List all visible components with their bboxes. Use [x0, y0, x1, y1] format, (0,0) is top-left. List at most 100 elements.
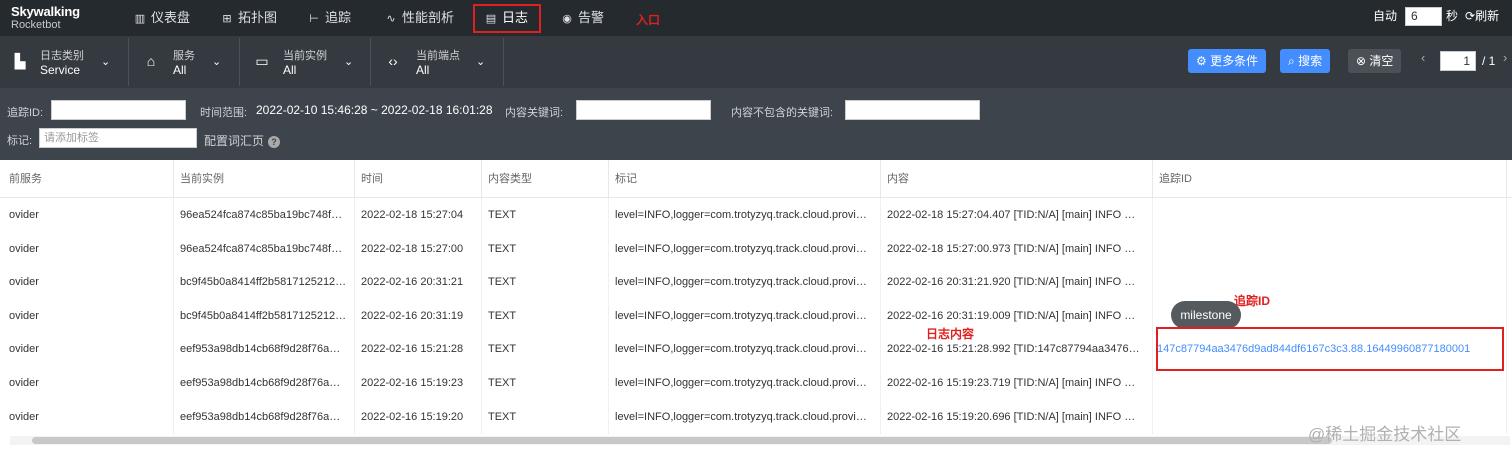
column-header-service[interactable]: 前服务: [0, 160, 174, 198]
logo-subtitle: Rocketbot: [11, 19, 61, 31]
clear-button[interactable]: ⊗ 清空: [1348, 49, 1402, 73]
cell-content-type: TEXT: [482, 231, 609, 266]
column-header-trace-id[interactable]: 追踪ID: [1153, 160, 1507, 198]
cell-time: 2022-02-16 15:19:20: [355, 399, 482, 434]
cell-tags: level=INFO,logger=com.trotyzyq.track.clo…: [609, 332, 881, 367]
nav-label: 告警: [578, 10, 605, 25]
cell-time: 2022-02-18 15:27:04: [355, 198, 482, 232]
cell-service: ovider: [0, 265, 174, 300]
filter-panel: 追踪ID: 时间范围: 2022-02-10 15:46:28 ~ 2022-0…: [0, 88, 1512, 160]
cell-service: ovider: [0, 198, 174, 232]
cell-instance: bc9f45b0a8414ff2b5817125212…: [174, 265, 355, 300]
exclude-keywords-input[interactable]: [845, 100, 980, 120]
cell-content-type: TEXT: [482, 298, 609, 333]
table-row[interactable]: ovider 96ea524fca874c85ba19bc748f… 2022-02…: [0, 198, 1512, 232]
refresh-button[interactable]: ⟳刷新: [1465, 0, 1499, 33]
nav-label: 仪表盘: [151, 10, 191, 25]
cell-content-type: TEXT: [482, 198, 609, 232]
nav-item-trace[interactable]: ⊢ 追踪: [307, 0, 351, 36]
cell-instance: bc9f45b0a8414ff2b5817125212…: [174, 298, 355, 333]
page-prev-icon[interactable]: ‹: [1421, 50, 1425, 65]
cell-time: 2022-02-16 15:21:28: [355, 332, 482, 367]
column-header-time[interactable]: 时间: [355, 160, 482, 198]
auto-refresh-label: 自动: [1373, 9, 1398, 23]
refresh-icon: ⟳: [1465, 9, 1476, 23]
nav-label: 拓扑图: [238, 10, 278, 25]
page-next-icon[interactable]: ›: [1503, 50, 1507, 65]
cell-content-type: TEXT: [482, 399, 609, 434]
table-row[interactable]: ovider eef953a98db14cb68f9d28f76a… 2022-02…: [0, 366, 1512, 400]
tags-label: 标记:: [7, 135, 33, 147]
watermark: @稀土掘金技术社区: [1308, 425, 1462, 444]
chevron-down-icon: ⌄: [212, 56, 222, 68]
page-total: / 1: [1482, 54, 1496, 68]
cell-content-type: TEXT: [482, 332, 609, 367]
cell-service: ovider: [0, 332, 174, 367]
selector-endpoint[interactable]: ‹› 当前端点 All ⌄: [371, 38, 504, 86]
table-header: 前服务 当前实例 时间 内容类型 标记 内容 追踪ID: [0, 160, 1512, 198]
clear-label: 清空: [1369, 54, 1394, 68]
cell-tags: level=INFO,logger=com.trotyzyq.track.clo…: [609, 265, 881, 300]
table-row[interactable]: ovider bc9f45b0a8414ff2b5817125212… 2022-0…: [0, 265, 1512, 300]
keywords-input[interactable]: [576, 100, 711, 120]
cell-instance: eef953a98db14cb68f9d28f76a…: [174, 332, 355, 367]
search-label: 搜索: [1298, 54, 1323, 68]
nav-item-profile[interactable]: ∿ 性能剖析: [384, 0, 454, 36]
cell-tags: level=INFO,logger=com.trotyzyq.track.clo…: [609, 231, 881, 266]
time-range-value[interactable]: 2022-02-10 15:46:28 ~ 2022-02-18 16:01:2…: [256, 103, 493, 117]
trace-id-label: 追踪ID:: [7, 107, 44, 119]
cell-content-type: TEXT: [482, 265, 609, 300]
selector-value: All: [283, 63, 297, 77]
nav-item-alarm[interactable]: ◉ 告警: [560, 0, 604, 36]
selector-instance[interactable]: ▭ 当前实例 All ⌄: [240, 38, 371, 86]
annotation-trace-id: 追踪ID: [1234, 294, 1271, 308]
column-header-tags[interactable]: 标记: [609, 160, 881, 198]
table-row[interactable]: ovider 96ea524fca874c85ba19bc748f… 2022-02…: [0, 231, 1512, 266]
selector-value: All: [416, 63, 430, 77]
top-nav: Skywalking Rocketbot ▥ 仪表盘 ⊞ 拓扑图 ⊢ 追踪 ∿ 性能剖析…: [0, 0, 1512, 36]
column-header-instance[interactable]: 当前实例: [174, 160, 355, 198]
nav-item-dashboard[interactable]: ▥ 仪表盘: [133, 0, 190, 36]
selector-value: All: [173, 63, 187, 77]
nav-label: 追踪: [325, 10, 352, 25]
column-header-content-type[interactable]: 内容类型: [482, 160, 609, 198]
logo[interactable]: Skywalking Rocketbot: [11, 5, 80, 32]
milestone-tooltip: milestone: [1171, 301, 1241, 329]
more-conditions-button[interactable]: ⚙ 更多条件: [1188, 49, 1267, 73]
log-highlight-box: [473, 4, 541, 33]
time-range-label: 时间范围:: [200, 107, 248, 119]
nav-item-topology[interactable]: ⊞ 拓扑图: [220, 0, 277, 36]
selector-title: 当前实例: [283, 50, 327, 62]
profile-icon: ∿: [386, 13, 396, 25]
page-number-input[interactable]: 1: [1440, 51, 1476, 71]
chevron-down-icon: ⌄: [101, 56, 111, 68]
service-icon: ⌂: [146, 53, 156, 69]
search-icon: ⌕: [1288, 54, 1295, 68]
config-vocab-label: 配置词汇页: [204, 134, 265, 148]
endpoint-icon: ‹›: [388, 53, 398, 69]
horizontal-scrollbar-thumb[interactable]: [32, 437, 1332, 444]
help-icon[interactable]: ?: [268, 136, 281, 148]
cell-service: ovider: [0, 231, 174, 266]
cell-content-type: TEXT: [482, 366, 609, 400]
chart-icon: ▙: [14, 53, 26, 69]
trace-id-input[interactable]: [51, 100, 186, 120]
search-button[interactable]: ⌕ 搜索: [1280, 49, 1331, 73]
table-row[interactable]: ovider eef953a98db14cb68f9d28f76a… 2022-02…: [0, 399, 1512, 434]
column-header-content[interactable]: 内容: [881, 160, 1153, 198]
cell-service: ovider: [0, 298, 174, 333]
chevron-down-icon: ⌄: [476, 56, 486, 68]
refresh-label: 刷新: [1475, 9, 1500, 23]
cell-tags: level=INFO,logger=com.trotyzyq.track.clo…: [609, 366, 881, 400]
instance-icon: ▭: [255, 53, 269, 69]
alarm-icon: ◉: [562, 13, 572, 25]
topology-icon: ⊞: [222, 13, 232, 25]
selector-service[interactable]: ⌂ 服务 All ⌄: [129, 38, 240, 86]
cell-trace-id: [1153, 265, 1507, 300]
selector-log-category[interactable]: ▙ 日志类别 Service ⌄: [0, 38, 129, 86]
tags-input[interactable]: 请添加标签: [39, 128, 197, 148]
config-vocab-link[interactable]: 配置词汇页?: [204, 132, 281, 149]
keywords-label: 内容关键词:: [505, 107, 564, 119]
close-circle-icon: ⊗: [1356, 54, 1367, 68]
auto-refresh-interval-input[interactable]: 6: [1405, 7, 1442, 26]
